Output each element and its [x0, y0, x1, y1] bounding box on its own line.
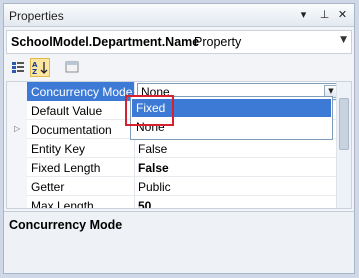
- property-value: False: [138, 161, 169, 175]
- row-gutter: [7, 82, 27, 101]
- auto-hide-pin-button[interactable]: ⊥: [317, 7, 332, 23]
- object-name: SchoolModel.Department.Name: [11, 35, 200, 49]
- property-row-max-length[interactable]: Max Length 50: [7, 196, 337, 209]
- expand-arrow-icon[interactable]: ▷: [14, 124, 20, 133]
- scrollbar-thumb[interactable]: [339, 98, 349, 150]
- window-title: Properties: [9, 9, 64, 23]
- vertical-scrollbar[interactable]: [336, 82, 351, 208]
- property-row-entity-key[interactable]: Entity Key False: [7, 139, 337, 158]
- column-separator: [134, 196, 135, 208]
- properties-toolbar: A Z: [4, 55, 354, 80]
- object-selector[interactable]: SchoolModel.Department.Name Property ▼: [6, 30, 352, 54]
- column-separator: [134, 139, 135, 158]
- categorized-icon: [12, 62, 24, 73]
- property-value: 50: [138, 199, 152, 209]
- row-gutter: [7, 177, 27, 196]
- property-name: Default Value: [31, 104, 103, 118]
- column-separator: [134, 158, 135, 177]
- title-bar: Properties ▾ ⊥ ✕: [4, 4, 354, 27]
- description-pane: Concurrency Mode: [4, 211, 354, 273]
- object-type: Property: [194, 35, 242, 49]
- property-pages-icon: [65, 61, 79, 73]
- description-title: Concurrency Mode: [9, 218, 123, 232]
- property-name: Fixed Length: [31, 161, 101, 175]
- property-pages-button[interactable]: [62, 58, 82, 77]
- categorized-button[interactable]: [8, 58, 28, 77]
- property-name: Max Length: [31, 199, 94, 209]
- row-gutter: [7, 139, 27, 158]
- property-row-getter[interactable]: Getter Public: [7, 177, 337, 196]
- property-name: Entity Key: [31, 142, 86, 156]
- property-value: Public: [138, 180, 171, 194]
- row-gutter: [7, 196, 27, 208]
- close-button[interactable]: ✕: [335, 7, 350, 23]
- window-position-dropdown-button[interactable]: ▾: [296, 7, 311, 23]
- chevron-down-icon[interactable]: ▼: [340, 35, 347, 45]
- row-gutter: [7, 101, 27, 120]
- property-row-fixed-length[interactable]: Fixed Length False: [7, 158, 337, 177]
- row-gutter: [7, 158, 27, 177]
- property-name: Getter: [31, 180, 65, 194]
- highlight-annotation-box: [125, 95, 174, 126]
- property-name: Documentation: [31, 123, 112, 137]
- column-separator: [134, 177, 135, 196]
- svg-text:Z: Z: [32, 68, 37, 76]
- alphabetical-sort-icon: A Z: [32, 61, 48, 76]
- property-value: False: [138, 142, 168, 156]
- property-name: Concurrency Mode: [31, 85, 133, 99]
- alphabetical-button[interactable]: A Z: [30, 58, 50, 77]
